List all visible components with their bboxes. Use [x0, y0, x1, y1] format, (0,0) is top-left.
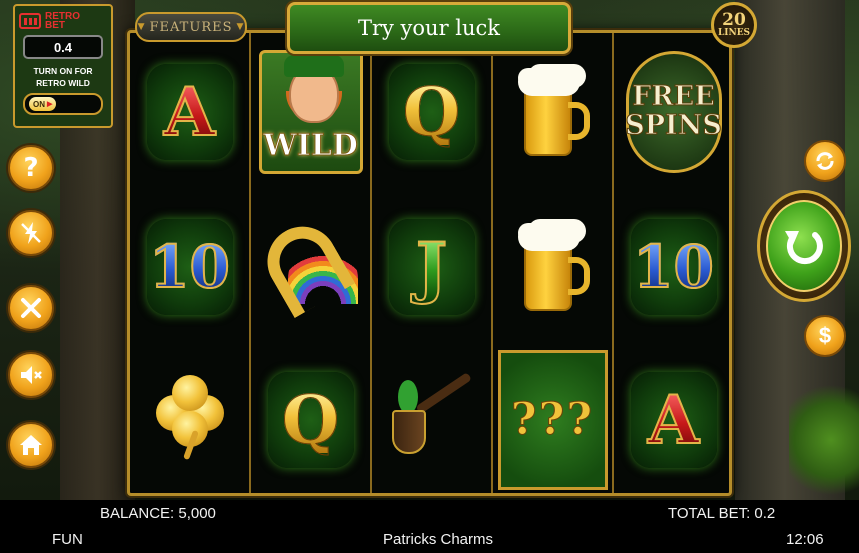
symbol-beer	[493, 35, 612, 188]
spin-arrow-icon	[785, 231, 823, 265]
game-title: Patricks Charms	[383, 531, 494, 548]
clover-icon	[150, 374, 230, 465]
toggle-label: ON	[33, 99, 45, 109]
autoplay-button[interactable]	[804, 140, 846, 182]
help-button[interactable]: ?	[8, 145, 54, 191]
message-banner: Try your luck	[287, 2, 571, 54]
symbol-mystery: ???	[493, 343, 612, 496]
speaker-muted-icon	[21, 366, 42, 384]
reel-3: Q J	[372, 33, 493, 493]
retro-bet-description: TURN ON FOR RETRO WILD	[33, 66, 93, 88]
bet-button[interactable]: $	[804, 315, 846, 357]
foliage	[789, 380, 859, 500]
symbol-clover	[130, 343, 249, 496]
symbol-q: Q	[251, 343, 370, 496]
total-bet-label: TOTAL BET: 0.2	[668, 505, 776, 522]
turbo-button[interactable]	[8, 210, 54, 256]
retro-bet-logo: RETRO BET	[19, 10, 107, 32]
beer-mug-icon	[517, 64, 590, 160]
symbol-j: J	[372, 190, 491, 343]
lightning-off-icon	[21, 222, 41, 244]
retro-bet-value: 0.4	[23, 35, 103, 59]
symbol-horseshoe	[251, 190, 370, 343]
home-button[interactable]	[8, 422, 54, 468]
lines-label: LINES	[717, 28, 751, 38]
beer-mug-icon	[517, 219, 590, 315]
reel-2: WILD Q	[251, 33, 372, 493]
dollar-icon: $	[818, 323, 832, 348]
reels-frame: A 10 WILD Q Q J ??? FREE SPINS 10 A	[127, 30, 732, 496]
tools-icon	[21, 298, 41, 318]
retro-wild-toggle[interactable]: ON ▶	[23, 93, 103, 115]
lines-count: 20	[722, 10, 746, 30]
status-bar: BALANCE: 5,000 TOTAL BET: 0.2 FUN Patric…	[0, 500, 859, 553]
settings-button[interactable]	[8, 285, 54, 331]
question-icon: ?	[23, 153, 39, 183]
features-button[interactable]: ▼ FEATURES ▼	[135, 12, 247, 42]
autoplay-icon	[816, 152, 834, 170]
sound-button[interactable]	[8, 352, 54, 398]
reel-4: ???	[493, 33, 614, 493]
symbol-free-spins: FREE SPINS	[614, 35, 733, 188]
clock: 12:06	[786, 531, 824, 548]
symbol-pipe	[372, 343, 491, 496]
symbol-10: 10	[130, 190, 249, 343]
mode-label: FUN	[52, 531, 83, 548]
pipe-icon	[382, 371, 482, 460]
retro-bet-panel: RETRO BET 0.4 TURN ON FOR RETRO WILD ON ▶	[13, 4, 113, 128]
symbol-beer	[493, 190, 612, 343]
symbol-10: 10	[614, 190, 733, 343]
toggle-arrow-icon: ▶	[47, 101, 53, 108]
symbol-q: Q	[372, 35, 491, 188]
symbol-a: A	[130, 35, 249, 188]
home-icon	[20, 435, 42, 455]
reel-1: A 10	[130, 33, 251, 493]
reel-5: FREE SPINS 10 A	[614, 33, 735, 493]
lines-badge: 20 LINES	[711, 2, 757, 48]
horseshoe-rainbow-icon	[254, 213, 358, 318]
retro-reels-icon	[19, 13, 41, 29]
balance-label: BALANCE: 5,000	[100, 505, 216, 522]
spin-button[interactable]	[757, 190, 851, 302]
symbol-a: A	[614, 343, 733, 496]
banner-text: Try your luck	[357, 16, 501, 40]
features-label: FEATURES	[149, 19, 233, 35]
symbol-wild: WILD	[251, 35, 370, 188]
